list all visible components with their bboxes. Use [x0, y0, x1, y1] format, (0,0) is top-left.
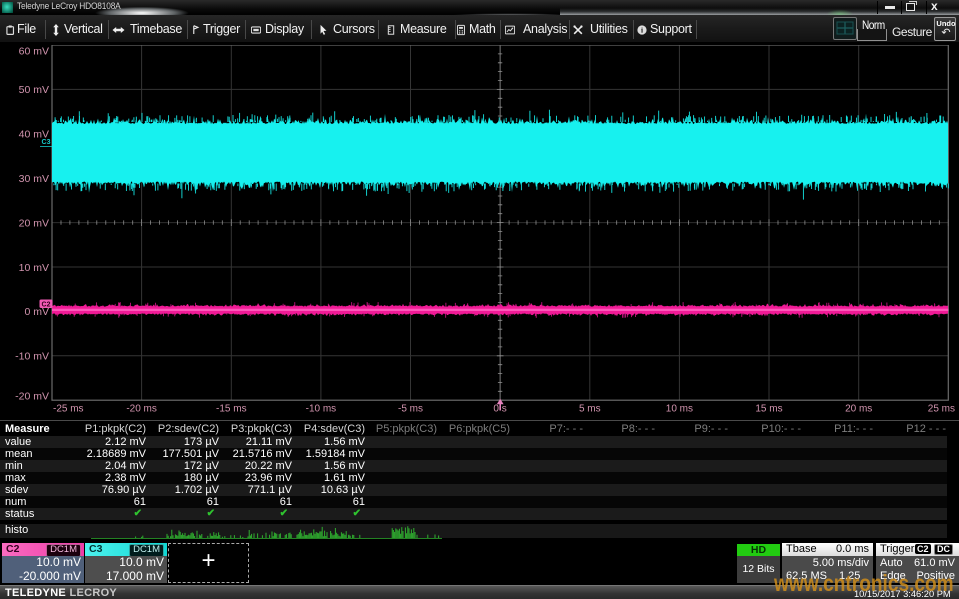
svg-text:-5 ms: -5 ms [398, 404, 423, 415]
svg-text:i: i [641, 26, 643, 35]
svg-text:60 mV: 60 mV [19, 46, 49, 58]
svg-text:-25 ms: -25 ms [53, 404, 84, 415]
svg-text:10 mV: 10 mV [19, 262, 49, 274]
svg-text:5 ms: 5 ms [579, 404, 601, 415]
svg-text:25 ms: 25 ms [928, 404, 955, 415]
svg-text:20 ms: 20 ms [845, 404, 872, 415]
svg-text:C2: C2 [42, 302, 51, 309]
svg-text:-10 mV: -10 mV [15, 351, 49, 363]
svg-text:C3: C3 [42, 139, 51, 146]
svg-text:-10 ms: -10 ms [306, 404, 337, 415]
svg-text:15 ms: 15 ms [755, 404, 782, 415]
svg-text:-15 ms: -15 ms [216, 404, 247, 415]
svg-text:20 mV: 20 mV [19, 217, 49, 229]
svg-text:-20 mV: -20 mV [15, 391, 49, 403]
svg-text:10 ms: 10 ms [666, 404, 693, 415]
svg-text:30 mV: 30 mV [19, 173, 49, 185]
svg-text:50 mV: 50 mV [19, 84, 49, 96]
svg-text:-20 ms: -20 ms [126, 404, 157, 415]
